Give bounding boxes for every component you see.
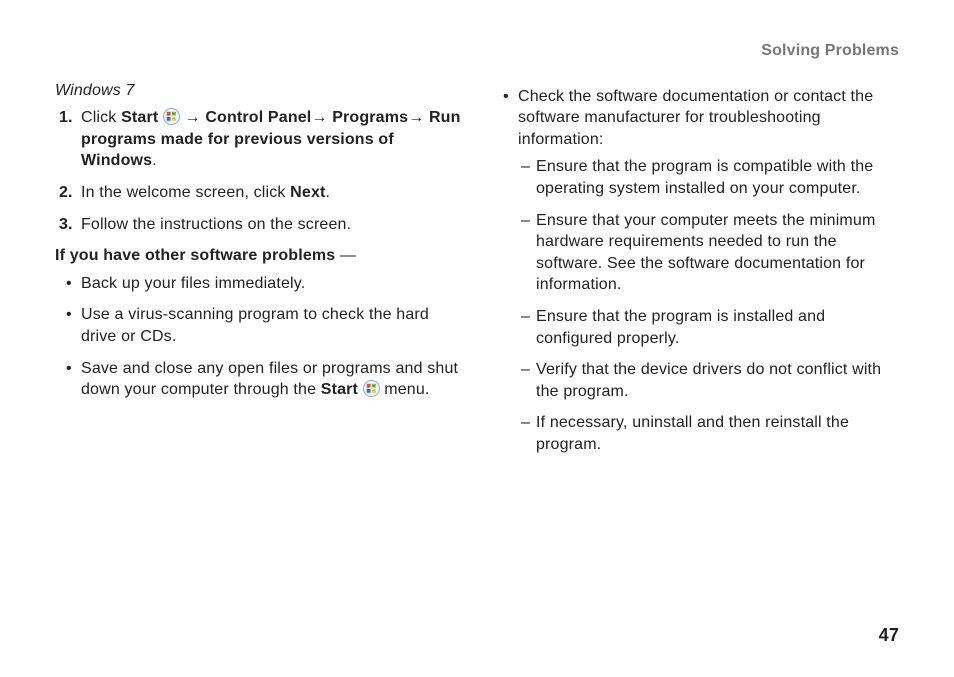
step-3: 3. Follow the instructions on the screen… (81, 214, 462, 236)
step-text: In the welcome screen, click (81, 184, 290, 201)
list-item: If necessary, uninstall and then reinsta… (536, 412, 899, 455)
bold-text: Programs (332, 109, 408, 126)
dash-text: Ensure that your computer meets the mini… (536, 212, 875, 294)
document-page: Solving Problems Windows 7 1. Click Star… (0, 0, 954, 677)
list-item: Ensure that the program is installed and… (536, 306, 899, 349)
list-item: Use a virus-scanning program to check th… (81, 304, 462, 347)
os-subheading: Windows 7 (55, 80, 462, 102)
bold-text: Start (121, 109, 158, 126)
list-item: Save and close any open files or program… (81, 358, 462, 401)
header-title: Solving Problems (761, 42, 899, 59)
bullet-text: Back up your files immediately. (81, 275, 305, 292)
bold-text: Start (321, 381, 358, 398)
step-number: 1. (59, 107, 73, 129)
page-header: Solving Problems (55, 40, 899, 62)
dash-list: Ensure that the program is compatible wi… (518, 156, 899, 455)
windows-start-icon (363, 380, 380, 397)
list-item: Back up your files immediately. (81, 273, 462, 295)
list-item: Ensure that your computer meets the mini… (536, 210, 899, 296)
step-number: 3. (59, 214, 73, 236)
left-column: Windows 7 1. Click Start → Control Panel… (55, 80, 462, 466)
page-number: 47 (879, 623, 899, 647)
step-text: Click (81, 109, 121, 126)
bullet-text: Use a virus-scanning program to check th… (81, 306, 429, 345)
dash-text: If necessary, uninstall and then reinsta… (536, 414, 849, 453)
bullet-list: Back up your files immediately. Use a vi… (55, 273, 462, 401)
content-columns: Windows 7 1. Click Start → Control Panel… (55, 80, 899, 466)
bold-text: If you have other software problems (55, 247, 335, 264)
list-item: Ensure that the program is compatible wi… (536, 156, 899, 199)
step-number: 2. (59, 182, 73, 204)
bullet-text: Check the software documentation or cont… (518, 88, 873, 148)
bold-text: Next (290, 184, 325, 201)
list-item: Verify that the device drivers do not co… (536, 359, 899, 402)
dash-text: Verify that the device drivers do not co… (536, 361, 881, 400)
right-column: Check the software documentation or cont… (492, 80, 899, 466)
bold-text: Control Panel (205, 109, 311, 126)
step-1: 1. Click Start → Control Panel→ Programs… (81, 107, 462, 172)
step-2: 2. In the welcome screen, click Next. (81, 182, 462, 204)
bullet-list: Check the software documentation or cont… (492, 86, 899, 456)
other-problems-heading: If you have other software problems — (55, 245, 462, 267)
list-item: Check the software documentation or cont… (518, 86, 899, 456)
dash-text: Ensure that the program is installed and… (536, 308, 825, 347)
dash-text: Ensure that the program is compatible wi… (536, 158, 873, 197)
numbered-steps: 1. Click Start → Control Panel→ Programs… (55, 107, 462, 235)
windows-start-icon (163, 108, 180, 125)
step-text: Follow the instructions on the screen. (81, 216, 351, 233)
